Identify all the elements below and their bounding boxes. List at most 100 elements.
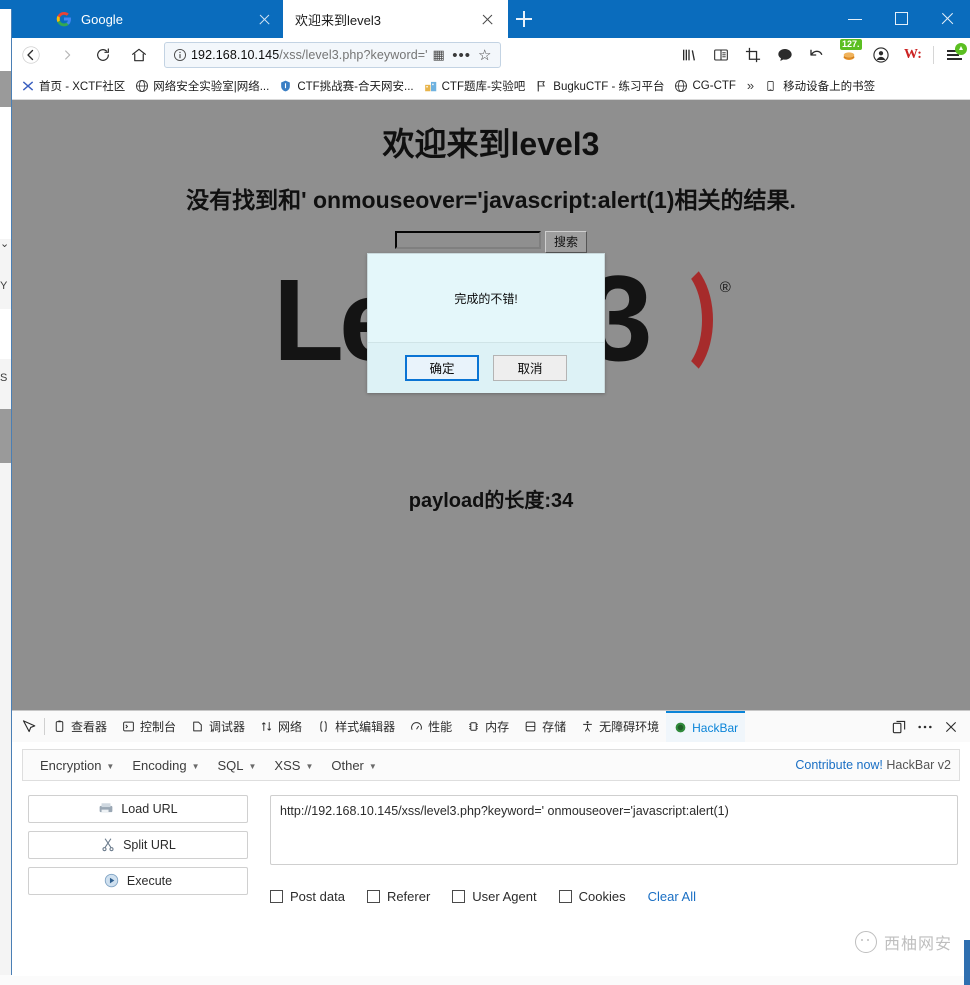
tab-level3[interactable]: 欢迎来到level3 <box>283 0 508 38</box>
network-icon <box>259 719 274 734</box>
devtools-tab-style-editor[interactable]: 样式编辑器 <box>309 711 402 742</box>
info-circle-icon[interactable] <box>169 46 191 64</box>
hackbar-contribute: Contribute now! HackBar v2 <box>795 758 951 772</box>
bookmark-item[interactable]: CTF题库-实验吧 <box>419 75 531 97</box>
new-tab-button[interactable] <box>512 7 536 31</box>
devtools-tab-inspector[interactable]: 查看器 <box>45 711 114 742</box>
checkbox-box[interactable] <box>558 890 572 903</box>
devtools-tab-performance[interactable]: 性能 <box>402 711 459 742</box>
devtools-tab-label: 控制台 <box>140 720 177 734</box>
clear-all-link[interactable]: Clear All <box>648 889 696 904</box>
home-icon[interactable] <box>122 40 156 70</box>
user-agent-checkbox[interactable]: User Agent <box>452 889 537 904</box>
page-actions-ellipsis-icon[interactable]: ••• <box>450 47 474 64</box>
alert-dialog: 完成的不错! 确定 取消 <box>367 253 605 393</box>
chat-bubble-icon[interactable] <box>770 40 800 70</box>
devtools-tab-label: 查看器 <box>71 720 108 734</box>
tab-close-icon[interactable] <box>256 11 273 28</box>
post-data-checkbox[interactable]: Post data <box>270 889 345 904</box>
screenshot-icon[interactable] <box>738 40 768 70</box>
devtools-tab-label: 调试器 <box>209 720 246 734</box>
checkbox-box[interactable] <box>452 890 466 903</box>
url-textarea[interactable]: http://192.168.10.145/xss/level3.php?key… <box>270 795 958 865</box>
mascot-icon <box>854 931 877 953</box>
watermark-text: 西柚网安 <box>883 936 952 953</box>
hackbar-menu-encryption[interactable]: Encryption ▼ <box>31 758 123 773</box>
devtools-tab-label: 网络 <box>278 720 303 734</box>
cookies-checkbox[interactable]: Cookies <box>558 889 626 904</box>
bookmark-item[interactable]: 网络安全实验室|网络... <box>130 75 274 97</box>
back-arrow-icon[interactable] <box>14 40 48 70</box>
devtools-tab-accessibility[interactable]: 无障碍环境 <box>573 711 666 742</box>
devtools-tab-network[interactable]: 网络 <box>252 711 309 742</box>
dialog-message: 完成的不错! <box>454 291 518 306</box>
tab-google[interactable]: Google <box>46 0 283 38</box>
hackbar-menu-other[interactable]: Other ▼ <box>322 758 385 773</box>
library-icon[interactable] <box>674 40 704 70</box>
bookmark-mobile-folder[interactable]: 移动设备上的书签 <box>760 75 880 97</box>
maximize-icon[interactable] <box>878 0 924 38</box>
inspector-icon <box>52 719 67 734</box>
forward-arrow-icon[interactable] <box>50 40 84 70</box>
undo-arrow-icon[interactable] <box>802 40 832 70</box>
window-controls <box>832 0 970 38</box>
hackbar-icon <box>673 720 688 735</box>
account-circle-icon[interactable] <box>866 40 896 70</box>
load-url-button[interactable]: Load URL <box>28 795 248 823</box>
close-icon[interactable] <box>924 0 970 38</box>
devtools-tab-hackbar[interactable]: HackBar <box>666 711 746 742</box>
hackbar-menu-sql[interactable]: SQL ▼ <box>208 758 265 773</box>
split-url-button[interactable]: Split URL <box>28 831 248 859</box>
search-input[interactable] <box>394 231 541 249</box>
bookmark-label: 首页 - XCTF社区 <box>39 80 126 93</box>
chevron-down-icon: ▼ <box>305 761 314 771</box>
devtools-close-icon[interactable] <box>938 714 964 740</box>
bookmark-item[interactable]: CTF挑战赛-合天网安... <box>274 75 418 97</box>
bookmark-item[interactable]: CG-CTF <box>669 75 740 97</box>
extension-badge-icon[interactable]: 127. <box>834 39 864 70</box>
dialog-cancel-button[interactable]: 取消 <box>493 355 567 381</box>
contribute-link[interactable]: Contribute now! <box>795 758 883 772</box>
payload-length-text: payload的长度:34 <box>408 490 574 512</box>
screen: 西柚网安 ⌄ Y S Google 欢迎来到lev <box>0 0 970 985</box>
wappalyzer-icon[interactable]: W: <box>898 40 928 70</box>
execute-button[interactable]: Execute <box>28 867 248 895</box>
element-picker-icon[interactable] <box>12 711 44 742</box>
bookmark-label: CG-CTF <box>692 79 736 92</box>
devtools-tab-label: 存储 <box>542 720 567 734</box>
search-button[interactable]: 搜索 <box>544 231 587 253</box>
storage-icon <box>523 719 538 734</box>
url-bar[interactable]: 192.168.10.145/xss/level3.php?keyword=' … <box>164 42 501 68</box>
bookmark-item[interactable]: BugkuCTF - 练习平台 <box>530 75 669 97</box>
referer-checkbox[interactable]: Referer <box>366 889 430 904</box>
devtools-tab-console[interactable]: 控制台 <box>114 711 183 742</box>
devtools-ellipsis-icon[interactable] <box>912 714 938 740</box>
reader-view-icon[interactable] <box>706 40 736 70</box>
google-icon <box>56 11 71 27</box>
globe-icon <box>135 79 149 93</box>
tab-close-icon[interactable] <box>479 11 496 28</box>
dialog-confirm-button[interactable]: 确定 <box>405 355 479 381</box>
bookmarks-overflow-icon[interactable]: » <box>741 78 760 93</box>
chevron-down-icon: ▼ <box>248 761 257 771</box>
checkbox-box[interactable] <box>270 890 283 903</box>
devtools-tab-storage[interactable]: 存储 <box>516 711 573 742</box>
bookmark-item[interactable]: 首页 - XCTF社区 <box>16 75 130 97</box>
devtools-tab-debugger[interactable]: 调试器 <box>183 711 252 742</box>
hamburger-menu-icon[interactable] <box>938 40 970 70</box>
qr-code-icon[interactable]: ▦ <box>428 47 450 63</box>
wappalyzer-label: W: <box>904 47 922 62</box>
checkbox-box[interactable] <box>366 890 380 903</box>
hackbar-options: Post data Referer User Agent Cookies Cle… <box>270 889 958 904</box>
url-text[interactable]: 192.168.10.145/xss/level3.php?keyword=' <box>191 48 428 62</box>
bookmark-star-icon[interactable]: ☆ <box>474 46 496 64</box>
devtools-tab-memory[interactable]: 内存 <box>459 711 516 742</box>
scissors-icon <box>100 837 116 853</box>
hackbar-menu-xss[interactable]: XSS ▼ <box>265 758 322 773</box>
hackbar-menu-encoding[interactable]: Encoding ▼ <box>123 758 208 773</box>
execute-label: Execute <box>126 874 173 888</box>
reload-icon[interactable] <box>86 40 120 70</box>
page-subtitle: 没有找到和' onmouseover='javascript:alert(1)相… <box>186 187 796 213</box>
dock-layout-icon[interactable] <box>886 714 912 740</box>
minimize-icon[interactable] <box>832 0 878 38</box>
